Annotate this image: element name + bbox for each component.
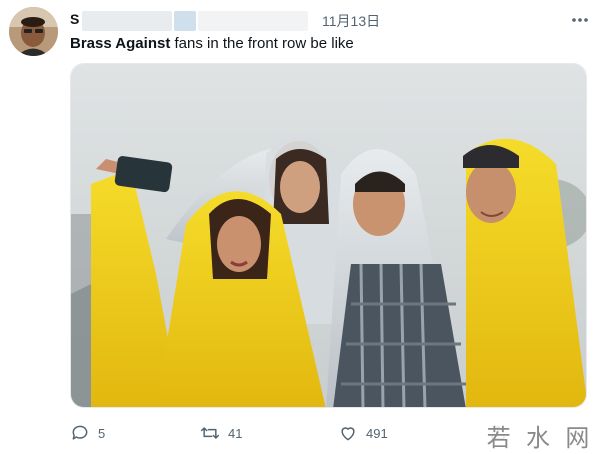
reply-icon [72, 425, 88, 440]
like-count: 491 [366, 425, 388, 441]
reply-action[interactable]: 5 [70, 420, 105, 446]
redacted-name [82, 11, 172, 31]
heart-icon [341, 427, 355, 441]
watermark-char: 水 [525, 423, 552, 452]
retweet-icon [200, 427, 220, 439]
tweet-date[interactable]: 11月13日 [322, 11, 380, 31]
more-icon[interactable] [570, 13, 590, 27]
tweet-header: S 11月13日 [70, 9, 588, 31]
watermark-char: 若 [486, 423, 513, 452]
tweet-card[interactable]: S 11月13日 Brass Against fans in the front… [0, 0, 600, 454]
retweet-count: 41 [228, 425, 243, 441]
reply-count: 5 [98, 425, 106, 441]
watermark-char: 网 [565, 423, 592, 452]
tweet-body: fans in the front row be like [170, 35, 354, 52]
redacted-handle-2 [198, 11, 308, 31]
tweet-photo[interactable] [70, 63, 587, 408]
like-action[interactable]: 491 [338, 420, 388, 446]
avatar-image [9, 7, 58, 56]
user-name[interactable]: S [70, 11, 79, 27]
retweet-action[interactable]: 41 [200, 420, 242, 446]
tweet-text: Brass Against fans in the front row be l… [70, 34, 354, 54]
mention-link[interactable]: Brass Against [70, 35, 170, 52]
site-watermark: 若 水 网 [480, 418, 598, 452]
redacted-handle [174, 11, 196, 31]
avatar[interactable] [9, 7, 58, 56]
photo-image [71, 64, 586, 407]
